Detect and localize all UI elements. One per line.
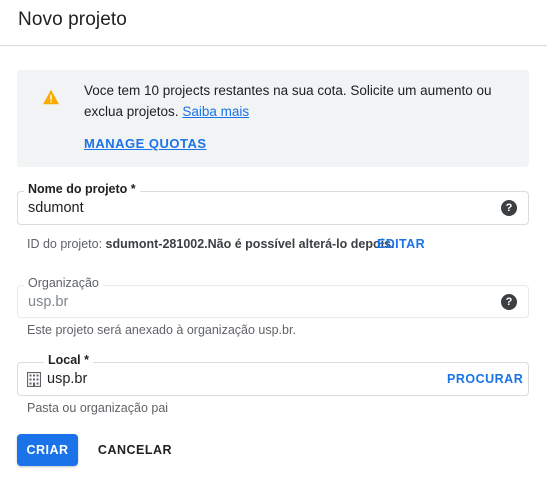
- help-icon[interactable]: ?: [501, 294, 517, 310]
- browse-button[interactable]: PROCURAR: [447, 372, 523, 386]
- edit-project-id-button[interactable]: EDITAR: [377, 237, 425, 251]
- warning-icon: [43, 89, 59, 105]
- organization-value: usp.br: [28, 294, 69, 310]
- quota-notice: Voce tem 10 projects restantes na sua co…: [17, 70, 529, 167]
- project-name-field[interactable]: Nome do projeto * sdumont ?: [17, 182, 529, 225]
- location-field[interactable]: Local * usp.br PROCURAR: [17, 353, 529, 396]
- page-title: Novo projeto: [18, 9, 127, 30]
- organization-field: Organização usp.br ?: [17, 276, 529, 318]
- location-value[interactable]: usp.br: [47, 371, 87, 387]
- location-label: Local *: [44, 353, 93, 367]
- building-icon: [27, 372, 41, 387]
- project-name-input[interactable]: sdumont: [28, 200, 84, 216]
- create-button[interactable]: CRIAR: [17, 434, 78, 466]
- organization-hint: Este projeto será anexado à organização …: [27, 323, 296, 337]
- organization-label: Organização: [24, 276, 103, 290]
- quota-message: Voce tem 10 projects restantes na sua co…: [84, 83, 492, 119]
- manage-quotas-link[interactable]: MANAGE QUOTAS: [84, 136, 207, 151]
- project-id-suffix: Não é possível alterá-lo depois.: [207, 237, 395, 251]
- project-id-value: sdumont-281002.: [105, 237, 208, 251]
- quota-message-block: Voce tem 10 projects restantes na sua co…: [84, 80, 514, 122]
- help-icon[interactable]: ?: [501, 200, 517, 216]
- project-id-prefix: ID do projeto:: [27, 237, 103, 251]
- cancel-button[interactable]: CANCELAR: [92, 434, 178, 466]
- project-name-label: Nome do projeto *: [24, 182, 140, 196]
- learn-more-link[interactable]: Saiba mais: [182, 104, 249, 119]
- project-id-text: ID do projeto: sdumont-281002.Não é poss…: [27, 237, 395, 251]
- page-header: Novo projeto: [0, 0, 547, 46]
- location-hint: Pasta ou organização pai: [27, 401, 169, 415]
